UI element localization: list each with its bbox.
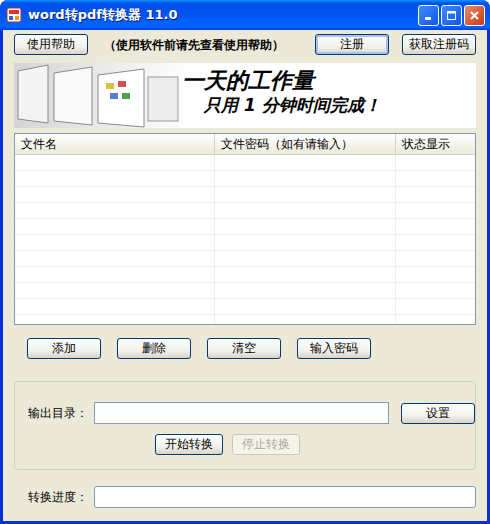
title-bar[interactable]: word转pdf转换器 11.0 bbox=[0, 0, 490, 30]
banner: 一天的工作量只用 1 分钟时间完成！ bbox=[14, 63, 476, 128]
output-label: 输出目录： bbox=[28, 404, 94, 422]
window-title: word转pdf转换器 11.0 bbox=[28, 5, 412, 25]
start-button[interactable]: 开始转换 bbox=[155, 434, 223, 455]
banner-text: 一天的工作量只用 1 分钟时间完成！ bbox=[14, 63, 476, 115]
progress-bar bbox=[94, 486, 476, 508]
register-button[interactable]: 注册 bbox=[315, 34, 389, 55]
output-row: 输出目录： 设置 bbox=[28, 402, 475, 424]
output-dir-input[interactable] bbox=[94, 402, 389, 424]
window-controls bbox=[418, 5, 485, 26]
banner-subline: 只用 1 分钟时间完成！ bbox=[14, 96, 476, 115]
maximize-button[interactable] bbox=[441, 5, 462, 26]
window-body: 使用帮助 （使用软件前请先查看使用帮助） 注册获取注册码一天的工作量只用 1 分钟时… bbox=[3, 30, 487, 521]
column-header[interactable]: 文件名 bbox=[15, 134, 215, 154]
file-list-rows[interactable] bbox=[15, 155, 475, 324]
app-icon bbox=[6, 7, 22, 23]
add-button[interactable]: 添加 bbox=[27, 338, 101, 359]
close-button[interactable] bbox=[464, 5, 485, 26]
get-code-button[interactable]: 获取注册码 bbox=[402, 34, 476, 55]
close-icon bbox=[469, 10, 480, 21]
clear-button[interactable]: 清空 bbox=[207, 338, 281, 359]
toolbar-buttons: 注册获取注册码 bbox=[315, 34, 476, 55]
list-buttons: 添加删除清空输入密码 bbox=[14, 338, 476, 359]
minimize-icon bbox=[423, 10, 434, 21]
file-list[interactable]: 文件名文件密码（如有请输入）状态显示 bbox=[14, 133, 476, 325]
app-window: word转pdf转换器 11.0 使用帮助 （使用软件前请先查看使用帮助） 注册获取注… bbox=[0, 0, 490, 524]
progress-label: 转换进度： bbox=[28, 488, 94, 506]
help-hint: （使用软件前请先查看使用帮助） bbox=[104, 36, 284, 54]
help-button[interactable]: 使用帮助 bbox=[14, 34, 88, 55]
action-buttons: 开始转换停止转换 bbox=[155, 434, 475, 455]
file-list-header: 文件名文件密码（如有请输入）状态显示 bbox=[15, 134, 475, 155]
banner-headline: 一天的工作量 bbox=[14, 69, 476, 93]
column-header[interactable]: 状态显示 bbox=[396, 134, 475, 154]
progress-row: 转换进度： bbox=[14, 486, 476, 508]
toolbar: 使用帮助 （使用软件前请先查看使用帮助） 注册获取注册码 bbox=[14, 34, 476, 55]
minimize-button[interactable] bbox=[418, 5, 439, 26]
set-button[interactable]: 设置 bbox=[401, 403, 475, 424]
maximize-icon bbox=[446, 10, 457, 21]
stop-button: 停止转换 bbox=[232, 434, 300, 455]
password-button[interactable]: 输入密码 bbox=[297, 338, 371, 359]
whiteboards-icon bbox=[14, 63, 184, 128]
delete-button[interactable]: 删除 bbox=[117, 338, 191, 359]
output-group: 输出目录： 设置开始转换停止转换 bbox=[14, 381, 476, 470]
column-header[interactable]: 文件密码（如有请输入） bbox=[215, 134, 396, 154]
